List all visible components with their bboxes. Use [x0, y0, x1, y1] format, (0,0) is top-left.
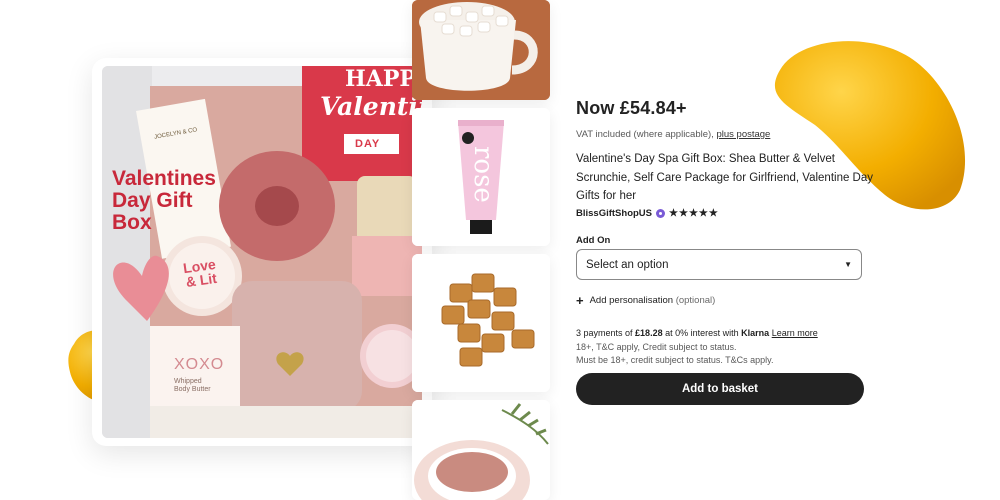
thumbnail-clay-mask[interactable]	[412, 400, 550, 500]
klarna-middle: at 0% interest with	[665, 328, 739, 338]
product-title: Valentine's Day Spa Gift Box: Shea Butte…	[576, 153, 874, 202]
hot-chocolate-image	[412, 0, 550, 100]
personalisation-optional-text: (optional)	[675, 295, 716, 306]
star-seller-icon	[656, 209, 666, 218]
klarna-learn-more-link[interactable]: Learn more	[772, 328, 818, 338]
credit-note-1: 18+, T&C apply, Credit subject to status…	[576, 342, 737, 352]
add-on-label: Add On	[576, 235, 611, 246]
shop-name[interactable]: BlissGiftShopUS	[576, 208, 652, 219]
gift-box-illustration	[102, 66, 422, 438]
postage-link[interactable]: plus postage	[716, 129, 770, 140]
body-butter-label-line-2: Body Butter	[174, 386, 211, 393]
thumbnail-hand-cream[interactable]: rose	[412, 108, 550, 246]
vat-text: VAT included (where applicable),	[576, 129, 714, 140]
add-personalisation-button[interactable]: + Add personalisation (optional)	[576, 293, 716, 308]
rating-stars: ★★★★★	[669, 208, 719, 219]
thumbnail-hot-chocolate[interactable]	[412, 0, 550, 100]
shop-row: BlissGiftShopUS ★★★★★	[576, 208, 719, 219]
gift-box-title: Valentines Day Gift Box	[112, 168, 216, 234]
add-to-basket-button[interactable]: Add to basket	[576, 373, 864, 405]
chevron-down-icon: ▼	[844, 260, 852, 269]
gift-box-title-line-3: Box	[112, 211, 152, 234]
product-main-image[interactable]: HAPPY Valentine's DAY JOCELYN & CO Valen…	[102, 66, 422, 438]
select-value: Select an option	[586, 258, 669, 271]
candle-label: Love & Lit	[182, 256, 218, 290]
add-on-select[interactable]: Select an option ▼	[576, 249, 862, 280]
personalisation-label-text: Add personalisation	[589, 295, 674, 306]
price: Now £54.84+	[576, 98, 687, 118]
klarna-prefix: 3 payments of	[576, 328, 633, 338]
card-valentine-text: Valentine's	[320, 92, 422, 121]
xoxo-label: XOXO	[174, 356, 225, 373]
vat-info: VAT included (where applicable), plus po…	[576, 129, 770, 140]
plus-icon: +	[576, 293, 584, 308]
card-day-text: DAY	[355, 138, 381, 150]
body-butter-label: Whipped Body Butter	[174, 378, 211, 394]
caramels-image	[412, 254, 550, 392]
card-happy-text: HAPPY	[345, 66, 422, 92]
klarna-logo: Klarna	[741, 328, 770, 338]
gift-box-title-line-2: Day Gift	[112, 189, 193, 212]
klarna-info: 3 payments of £18.28 at 0% interest with…	[576, 328, 818, 338]
personalisation-label: Add personalisation (optional)	[590, 295, 716, 306]
clay-mask-image	[412, 400, 550, 500]
body-butter-label-line-1: Whipped	[174, 378, 202, 385]
thumbnail-caramels[interactable]	[412, 254, 550, 392]
credit-note-2: Must be 18+, credit subject to status. T…	[576, 355, 774, 365]
gift-box-title-line-1: Valentines	[112, 167, 216, 190]
hand-cream-label: rose	[468, 146, 498, 203]
klarna-amount: £18.28	[635, 328, 663, 338]
